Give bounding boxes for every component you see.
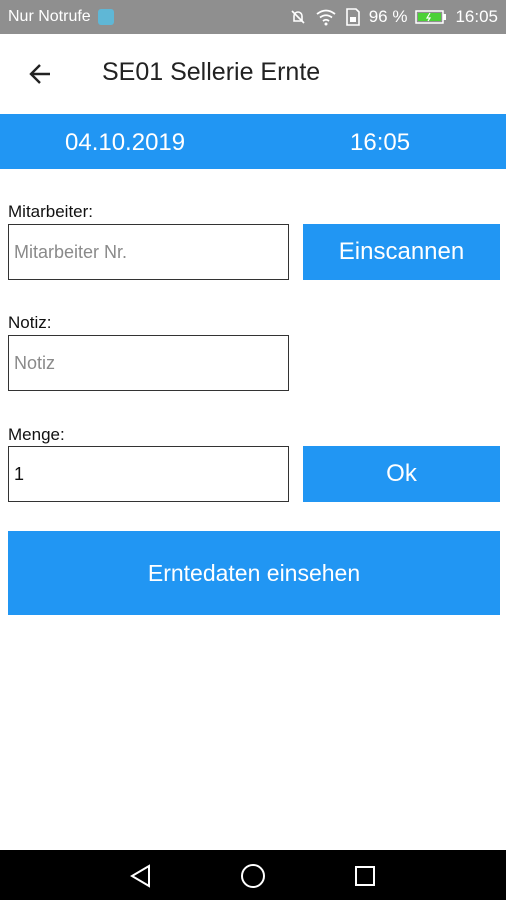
battery-icon — [415, 9, 447, 25]
battery-percent: 96 % — [368, 7, 408, 26]
quantity-input[interactable] — [9, 447, 288, 501]
status-right: 96 % 16:05 — [289, 7, 498, 27]
page-title: SE01 Sellerie Ernte — [102, 58, 321, 86]
scan-button[interactable]: Einscannen — [303, 224, 500, 280]
date-text: 04.10.2019 — [65, 129, 186, 156]
date-time-bar: 04.10.2019 16:05 — [0, 114, 506, 169]
navigation-bar — [0, 850, 506, 900]
home-circle-icon[interactable] — [238, 861, 268, 891]
quantity-label: Menge: — [8, 425, 65, 444]
note-label: Notiz: — [8, 313, 52, 332]
status-bar: Nur Notrufe 96 % 16:05 — [0, 0, 506, 34]
sim-icon — [345, 8, 361, 26]
quantity-field-box — [8, 446, 289, 502]
time-text: 16:05 — [350, 129, 411, 156]
employee-input[interactable] — [9, 225, 288, 279]
ok-button[interactable]: Ok — [303, 446, 500, 502]
carrier-text: Nur Notrufe — [8, 8, 91, 25]
employee-label: Mitarbeiter: — [8, 202, 94, 221]
notification-icon — [97, 9, 114, 25]
status-time: 16:05 — [455, 7, 498, 26]
status-left: Nur Notrufe — [8, 8, 114, 26]
note-field-box — [8, 335, 289, 391]
app-bar: SE01 Sellerie Ernte — [0, 34, 506, 114]
view-harvest-data-button[interactable]: Erntedaten einsehen — [8, 531, 500, 615]
recent-apps-square-icon[interactable] — [350, 861, 380, 891]
mute-icon — [289, 8, 307, 26]
note-input[interactable] — [9, 336, 288, 390]
wifi-icon — [315, 8, 337, 26]
back-triangle-icon[interactable] — [126, 861, 156, 891]
employee-field-box — [8, 224, 289, 280]
arrow-left-icon[interactable] — [22, 56, 58, 92]
